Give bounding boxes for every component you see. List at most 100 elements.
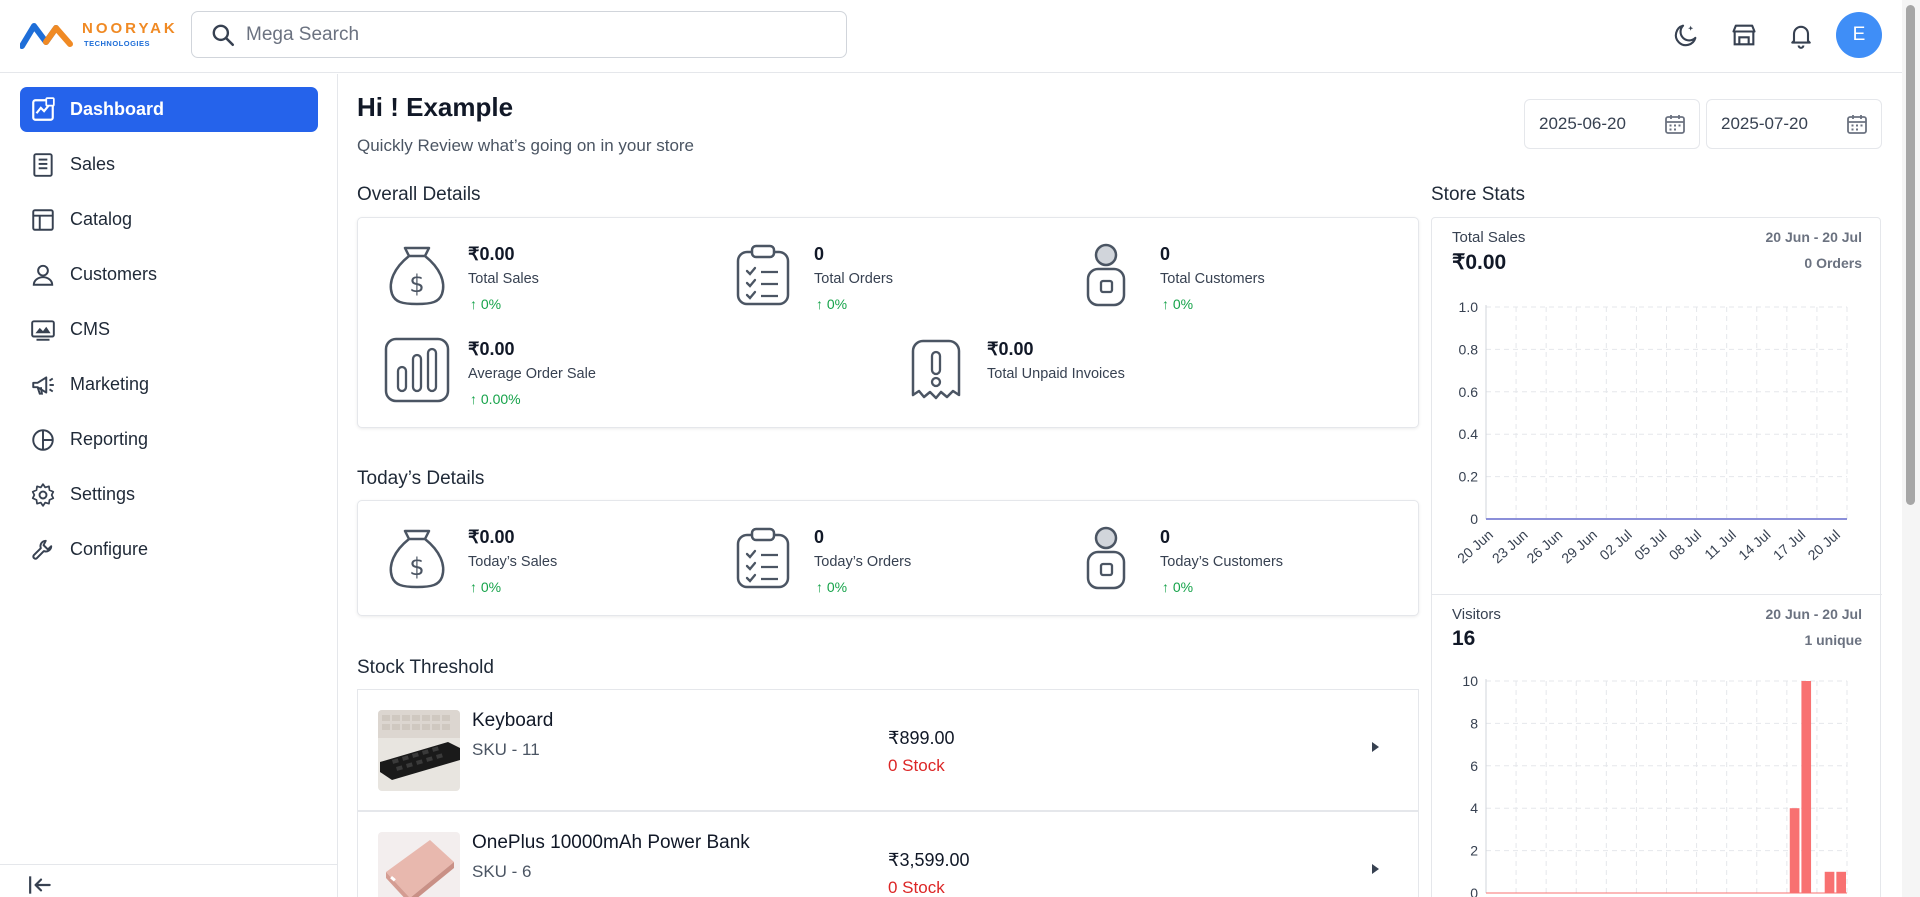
store-stats-panel: Total Sales ₹0.00 20 Jun - 20 Jul 0 Orde… bbox=[1431, 217, 1882, 897]
user-badge-icon bbox=[1086, 526, 1126, 590]
search-input[interactable] bbox=[246, 23, 826, 46]
keyboard-product-image bbox=[378, 710, 460, 791]
store-icon[interactable] bbox=[1729, 20, 1759, 50]
y-tick-label: 2 bbox=[1470, 843, 1478, 859]
y-tick-label: 8 bbox=[1470, 715, 1478, 731]
y-tick-label: 0 bbox=[1470, 885, 1478, 897]
user-badge-icon bbox=[1086, 243, 1126, 307]
date-from-value: 2025-06-20 bbox=[1539, 114, 1626, 133]
total-sales-chart: 0 0.2 0.4 0.6 0.8 1.0 20 Jun23 Jun26 Jun29 Jun… bbox=[1454, 299, 1848, 566]
total-orders-change: ↑ 0% bbox=[816, 296, 848, 312]
total-sales-change: ↑ 0% bbox=[470, 296, 502, 312]
page-scrollbar[interactable] bbox=[1902, 0, 1920, 897]
x-tick-label: 08 Jul bbox=[1666, 526, 1704, 563]
bar-chart-icon bbox=[384, 337, 450, 403]
todays-orders-change: ↑ 0% bbox=[816, 579, 848, 595]
product-stock: 0 Stock bbox=[888, 756, 945, 775]
sidebar-item-label: Settings bbox=[70, 484, 136, 504]
sidebar: Dashboard Sales Catalog Customers CMS Ma… bbox=[0, 74, 338, 897]
sidebar-item-customers[interactable]: Customers bbox=[20, 252, 318, 297]
todays-sales-value: ₹0.00 bbox=[468, 527, 515, 547]
todays-sales-label: Today’s Sales bbox=[468, 554, 558, 570]
product-name[interactable]: OnePlus 10000mAh Power Bank bbox=[472, 832, 750, 854]
x-tick-label: 17 Jul bbox=[1770, 526, 1808, 563]
page-subtitle: Quickly Review what’s going on in your s… bbox=[357, 136, 695, 155]
clipboard-list-icon bbox=[736, 527, 790, 589]
sidebar-item-sales[interactable]: Sales bbox=[20, 142, 318, 187]
sidebar-item-label: Dashboard bbox=[70, 99, 165, 119]
visitors-bar bbox=[1801, 681, 1812, 893]
product-price: ₹899.00 bbox=[888, 728, 955, 748]
sidebar-item-label: Marketing bbox=[70, 374, 150, 394]
x-tick-label: 20 Jun bbox=[1454, 526, 1496, 566]
visitors-bar bbox=[1836, 871, 1846, 893]
arrow-up-icon: ↑ bbox=[1162, 296, 1173, 312]
stock-row[interactable]: OnePlus 10000mAh Power Bank SKU - 6 ₹3,5… bbox=[357, 811, 1419, 897]
average-order-stat: ₹0.00 Average Order Sale ↑ 0.00% bbox=[384, 337, 784, 417]
average-order-value: ₹0.00 bbox=[468, 339, 515, 359]
x-tick-label: 02 Jul bbox=[1596, 526, 1634, 563]
y-tick-label: 0.4 bbox=[1459, 426, 1479, 442]
visitors-bar bbox=[1789, 808, 1800, 893]
user-avatar[interactable]: E bbox=[1836, 12, 1882, 58]
total-customers-value: 0 bbox=[1160, 244, 1171, 264]
total-customers-label: Total Customers bbox=[1160, 271, 1265, 287]
x-tick-label: 23 Jun bbox=[1489, 526, 1531, 566]
x-tick-label: 14 Jul bbox=[1735, 526, 1773, 563]
sidebar-item-cms[interactable]: CMS bbox=[20, 307, 318, 352]
todays-orders-stat: 0 Today’s Orders ↑ 0% bbox=[730, 525, 1030, 605]
date-to-field[interactable]: 2025-07-20 bbox=[1706, 99, 1882, 149]
sidebar-item-label: Catalog bbox=[70, 209, 133, 229]
mega-search-bar[interactable] bbox=[191, 11, 847, 58]
product-sku: SKU - 6 bbox=[472, 862, 532, 881]
sidebar-divider bbox=[0, 864, 338, 865]
x-tick-label: 29 Jun bbox=[1558, 526, 1600, 566]
reporting-icon bbox=[28, 425, 58, 455]
marketing-icon bbox=[28, 370, 58, 400]
cms-icon bbox=[28, 315, 58, 345]
y-tick-label: 0.6 bbox=[1459, 384, 1479, 400]
bell-icon[interactable] bbox=[1786, 20, 1816, 50]
logo-mark-icon bbox=[20, 23, 73, 49]
chevron-right-icon[interactable] bbox=[1368, 862, 1382, 876]
todays-details-card: $ ₹0.00 Today’s Sales ↑ 0% 0 Today’s Ord… bbox=[357, 500, 1419, 616]
product-price: ₹3,599.00 bbox=[888, 850, 970, 870]
product-name[interactable]: Keyboard bbox=[472, 710, 553, 732]
money-bag-icon: $ bbox=[389, 246, 445, 306]
y-tick-label: 6 bbox=[1470, 758, 1478, 774]
date-from-field[interactable]: 2025-06-20 bbox=[1524, 99, 1700, 149]
todays-customers-label: Today’s Customers bbox=[1160, 554, 1284, 570]
stock-row[interactable]: Keyboard SKU - 11 ₹899.00 0 Stock bbox=[357, 689, 1419, 811]
calendar-icon[interactable] bbox=[1663, 112, 1687, 136]
total-orders-label: Total Orders bbox=[814, 271, 893, 287]
sidebar-item-label: Sales bbox=[70, 154, 116, 174]
x-tick-label: 20 Jul bbox=[1805, 526, 1843, 563]
x-tick-label: 26 Jun bbox=[1523, 526, 1565, 566]
sidebar-item-dashboard[interactable]: Dashboard bbox=[20, 87, 318, 132]
total-customers-change: ↑ 0% bbox=[1162, 296, 1194, 312]
y-tick-label: 4 bbox=[1470, 800, 1478, 816]
scrollbar-thumb[interactable] bbox=[1906, 5, 1915, 505]
y-tick-label: 10 bbox=[1462, 673, 1478, 689]
sidebar-item-configure[interactable]: Configure bbox=[20, 527, 318, 572]
visitors-bar bbox=[1824, 871, 1835, 893]
settings-icon bbox=[28, 480, 58, 510]
power-bank-product-image bbox=[378, 832, 460, 897]
todays-orders-label: Today’s Orders bbox=[814, 554, 912, 570]
page-title: Hi ! Example bbox=[357, 92, 514, 122]
sidebar-item-marketing[interactable]: Marketing bbox=[20, 362, 318, 407]
collapse-sidebar-icon[interactable] bbox=[28, 874, 56, 897]
calendar-icon[interactable] bbox=[1845, 112, 1869, 136]
chevron-right-icon[interactable] bbox=[1368, 740, 1382, 754]
sidebar-item-reporting[interactable]: Reporting bbox=[20, 417, 318, 462]
overall-details-title: Overall Details bbox=[357, 184, 481, 205]
brand-logo[interactable]: NOORYAK TECHNOLOGIES bbox=[20, 14, 175, 56]
theme-toggle-icon[interactable] bbox=[1671, 20, 1701, 50]
total-orders-value: 0 bbox=[814, 244, 825, 264]
sidebar-item-label: Configure bbox=[70, 539, 149, 559]
unpaid-invoices-label: Total Unpaid Invoices bbox=[987, 366, 1125, 382]
total-customers-stat: 0 Total Customers ↑ 0% bbox=[1076, 242, 1376, 322]
sidebar-item-settings[interactable]: Settings bbox=[20, 472, 318, 517]
store-stats-title: Store Stats bbox=[1431, 184, 1525, 205]
sidebar-item-catalog[interactable]: Catalog bbox=[20, 197, 318, 242]
